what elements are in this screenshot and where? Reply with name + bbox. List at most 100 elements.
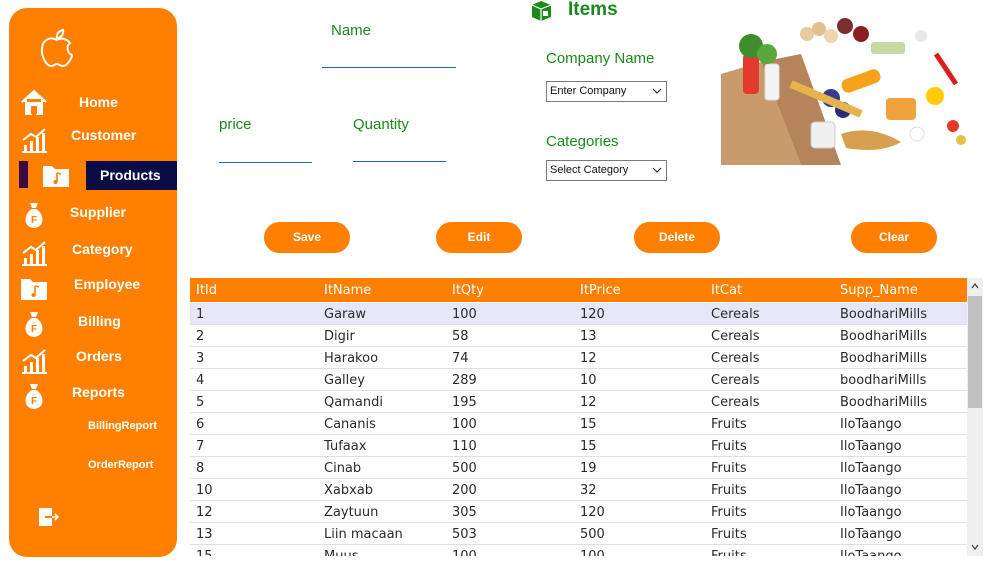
- name-input[interactable]: [322, 48, 456, 68]
- table-cell: IloTaango: [840, 483, 902, 498]
- company-select[interactable]: Enter Company: [546, 81, 667, 102]
- delete-button[interactable]: Delete: [634, 222, 720, 253]
- items-table[interactable]: ItId ItName ItQty ItPrice ItCat Supp_Nam…: [190, 278, 967, 556]
- column-header[interactable]: ItPrice: [580, 283, 621, 298]
- table-cell: 12: [580, 395, 597, 410]
- sidebar-item-label: Billing: [78, 313, 121, 329]
- table-cell: IloTaango: [840, 549, 902, 556]
- table-cell: Tufaax: [324, 439, 367, 454]
- table-cell: Fruits: [711, 461, 747, 476]
- table-cell: IloTaango: [840, 417, 902, 432]
- music-folder-icon: [43, 166, 69, 187]
- table-cell: 6: [196, 417, 205, 432]
- edit-button[interactable]: Edit: [436, 222, 522, 253]
- price-input[interactable]: [219, 143, 312, 163]
- table-cell: 32: [580, 483, 597, 498]
- column-header[interactable]: ItCat: [711, 283, 742, 298]
- money-bag-icon: F: [25, 312, 43, 337]
- table-cell: 100: [452, 549, 477, 556]
- column-header[interactable]: ItName: [324, 283, 371, 298]
- sidebar-item-billing[interactable]: F Billing: [9, 310, 177, 340]
- table-row[interactable]: 1 Garaw 100 120 Cereals BoodhariMills: [190, 303, 967, 325]
- clear-button[interactable]: Clear: [851, 222, 937, 253]
- table-cell: Cereals: [711, 351, 760, 366]
- grocery-box-icon: [531, 1, 552, 21]
- logout-icon[interactable]: [37, 506, 59, 528]
- sidebar-item-employee[interactable]: Employee: [9, 274, 177, 304]
- money-bag-icon: F: [25, 203, 43, 228]
- sidebar-item-label: Supplier: [70, 204, 127, 220]
- table-cell: Cananis: [324, 417, 376, 432]
- sidebar-item-order-report[interactable]: OrderReport: [88, 459, 153, 471]
- sidebar-item-reports[interactable]: F Reports: [9, 382, 177, 412]
- table-row[interactable]: 13 Liin macaan 503 500 Fruits IloTaango: [190, 523, 967, 545]
- table-row[interactable]: 4 Galley 289 10 Cereals boodhariMills: [190, 369, 967, 391]
- groceries-image: [721, 14, 972, 165]
- table-row[interactable]: 10 Xabxab 200 32 Fruits IloTaango: [190, 479, 967, 501]
- category-select-value: Select Category: [550, 164, 629, 176]
- bar-chart-icon: [22, 128, 47, 153]
- table-cell: Qamandi: [324, 395, 383, 410]
- sidebar-item-label: Reports: [72, 384, 125, 400]
- table-row[interactable]: 3 Harakoo 74 12 Cereals BoodhariMills: [190, 347, 967, 369]
- table-row[interactable]: 12 Zaytuun 305 120 Fruits IloTaango: [190, 501, 967, 523]
- table-row[interactable]: 5 Qamandi 195 12 Cereals BoodhariMills: [190, 391, 967, 413]
- table-cell: 58: [452, 329, 469, 344]
- save-button[interactable]: Save: [264, 222, 350, 253]
- quantity-input[interactable]: [353, 142, 446, 162]
- price-label: price: [219, 116, 252, 133]
- table-cell: 195: [452, 395, 477, 410]
- table-cell: 3: [196, 351, 205, 366]
- table-cell: 7: [196, 439, 205, 454]
- table-cell: 500: [452, 461, 477, 476]
- table-cell: IloTaango: [840, 461, 902, 476]
- column-header[interactable]: ItQty: [452, 283, 484, 298]
- company-label: Company Name: [546, 50, 655, 67]
- table-cell: Cereals: [711, 395, 760, 410]
- table-cell: Fruits: [711, 417, 747, 432]
- sidebar-item-supplier[interactable]: F Supplier: [9, 201, 177, 231]
- table-row[interactable]: 2 Digir 58 13 Cereals BoodhariMills: [190, 325, 967, 347]
- scrollbar-thumb[interactable]: [968, 296, 982, 408]
- table-cell: 10: [196, 483, 213, 498]
- chevron-down-icon: [652, 167, 662, 173]
- table-cell: BoodhariMills: [840, 307, 928, 322]
- sidebar-item-label: Products: [100, 167, 161, 183]
- sidebar-item-home[interactable]: Home: [9, 88, 177, 118]
- table-cell: IloTaango: [840, 527, 902, 542]
- table-cell: 19: [580, 461, 597, 476]
- table-cell: 503: [452, 527, 477, 542]
- sidebar-item-label: Orders: [76, 348, 122, 364]
- sidebar-item-customer[interactable]: Customer: [9, 126, 177, 156]
- sidebar-item-category[interactable]: Category: [9, 239, 177, 269]
- sidebar-item-orders[interactable]: Orders: [9, 347, 177, 377]
- sidebar-item-products[interactable]: Products: [9, 161, 177, 191]
- table-header: ItId ItName ItQty ItPrice ItCat Supp_Nam…: [190, 278, 967, 302]
- table-row[interactable]: 7 Tufaax 110 15 Fruits IloTaango: [190, 435, 967, 457]
- sidebar-item-billing-report[interactable]: BillingReport: [88, 420, 157, 432]
- table-cell: 120: [580, 505, 605, 520]
- table-cell: Muus: [324, 549, 358, 556]
- table-row[interactable]: 15 Muus 100 100 Fruits IloTaango: [190, 545, 967, 556]
- apple-logo-icon: [40, 28, 74, 68]
- column-header[interactable]: Supp_Name: [840, 283, 918, 298]
- table-cell: IloTaango: [840, 505, 902, 520]
- table-cell: Cereals: [711, 329, 760, 344]
- name-label: Name: [331, 22, 372, 39]
- table-row[interactable]: 8 Cinab 500 19 Fruits IloTaango: [190, 457, 967, 479]
- scroll-up-arrow-icon[interactable]: [971, 283, 979, 289]
- table-cell: Fruits: [711, 527, 747, 542]
- column-header[interactable]: ItId: [196, 283, 217, 298]
- table-cell: Fruits: [711, 483, 747, 498]
- table-cell: BoodhariMills: [840, 329, 928, 344]
- table-cell: Digir: [324, 329, 355, 344]
- table-cell: 110: [452, 439, 477, 454]
- table-cell: 5: [196, 395, 205, 410]
- table-row[interactable]: 6 Cananis 100 15 Fruits IloTaango: [190, 413, 967, 435]
- table-cell: 15: [196, 549, 213, 556]
- table-cell: Garaw: [324, 307, 366, 322]
- table-scrollbar[interactable]: [967, 278, 983, 556]
- table-cell: Cereals: [711, 307, 760, 322]
- category-select[interactable]: Select Category: [546, 160, 667, 181]
- scroll-down-arrow-icon[interactable]: [971, 544, 979, 550]
